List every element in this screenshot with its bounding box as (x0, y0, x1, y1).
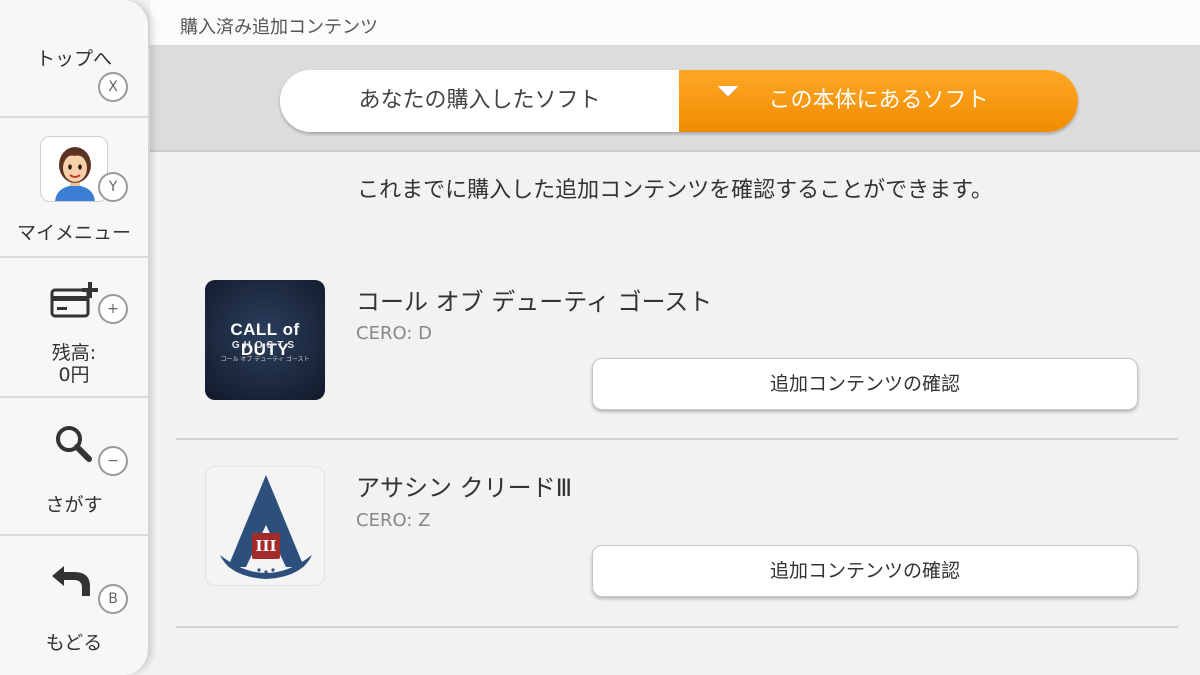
item-title: アサシン クリードⅢ (356, 474, 573, 502)
item-rating: CERO: Z (356, 510, 431, 531)
sidebar-item-back[interactable]: B もどる (0, 536, 148, 675)
balance-value: 0円 (58, 364, 90, 386)
tab-your-purchases[interactable]: あなたの購入したソフト (280, 70, 679, 132)
b-button-hint: B (98, 584, 128, 614)
sidebar-item-search[interactable]: − さがす (0, 398, 148, 536)
sidebar-item-my-menu-label: マイメニュー (16, 222, 131, 244)
list-item: III アサシン クリードⅢ CERO: Z 追加コンテンツの確認 (176, 440, 1178, 628)
sidebar-item-search-label: さがす (45, 494, 103, 516)
cod-logo-japanese: コール オブ デューティ ゴースト (220, 356, 310, 363)
list-item: CALL of DUTY GHOSTS コール オブ デューティ ゴースト コー… (176, 252, 1178, 440)
tab-strip: あなたの購入したソフト この本体にあるソフト (150, 46, 1200, 152)
search-icon (56, 426, 92, 462)
item-title: コール オブ デューティ ゴースト (356, 288, 713, 316)
mii-avatar (40, 136, 108, 202)
sidebar-item-balance[interactable]: + 残高: 0円 (0, 258, 148, 398)
item-rating: CERO: D (356, 323, 432, 344)
x-button-hint: X (98, 72, 128, 102)
cod-logo-subtitle: GHOSTS (231, 340, 299, 351)
game-thumbnail: CALL of DUTY GHOSTS コール オブ デューティ ゴースト (205, 280, 325, 400)
divider (176, 626, 1178, 628)
game-thumbnail: III (205, 466, 325, 586)
sidebar-item-top-label: トップへ (35, 48, 112, 70)
page-title: 購入済み追加コンテンツ (180, 17, 378, 38)
intro-text: これまでに購入した追加コンテンツを確認することができます。 (357, 178, 993, 203)
sidebar-item-top[interactable]: トップへ X (0, 0, 148, 118)
sidebar-item-my-menu[interactable]: Y マイメニュー (0, 118, 148, 258)
back-arrow-icon (52, 566, 90, 596)
y-button-hint: Y (98, 172, 128, 202)
tab-group: あなたの購入したソフト この本体にあるソフト (280, 70, 1078, 132)
confirm-dlc-button[interactable]: 追加コンテンツの確認 (592, 545, 1138, 597)
sidebar-item-back-label: もどる (45, 632, 103, 654)
header-bar: 購入済み追加コンテンツ (150, 0, 1200, 46)
assassins-creed-numeral: III (255, 537, 277, 555)
plus-button-hint: + (98, 294, 128, 324)
minus-button-hint: − (98, 446, 128, 476)
confirm-dlc-button[interactable]: 追加コンテンツの確認 (592, 358, 1138, 410)
active-tab-pointer (718, 86, 738, 96)
credit-card-plus-icon (50, 282, 98, 318)
sidebar: トップへ X Y マイメニュー + 残高: 0円 − さがす B もどる (0, 0, 150, 675)
assassins-creed-emblem (220, 475, 312, 579)
tab-on-this-console[interactable]: この本体にあるソフト (679, 70, 1078, 132)
